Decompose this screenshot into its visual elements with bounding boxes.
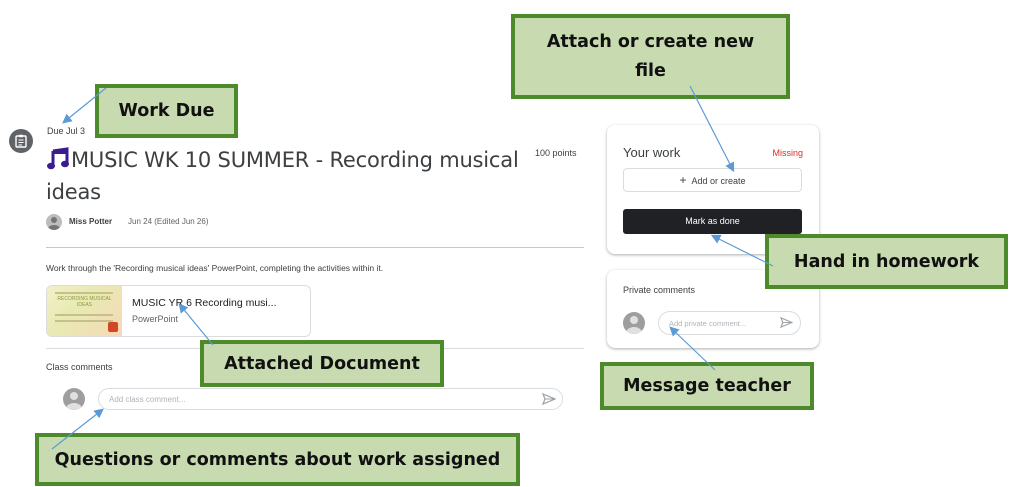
mark-as-done-button[interactable]: Mark as done: [623, 209, 802, 234]
music-note-icon: [46, 147, 70, 178]
due-date: Due Jul 3: [47, 126, 86, 136]
attachment-type: PowerPoint: [132, 314, 179, 324]
attachment-name: MUSIC YR 6 Recording musi...: [132, 297, 277, 309]
attachment-thumbnail: RECORDING MUSICAL IDEAS: [47, 286, 122, 336]
posted-date: Jun 24 (Edited Jun 26): [128, 217, 209, 226]
send-icon[interactable]: [541, 392, 557, 407]
plus-icon: +: [679, 173, 687, 187]
add-or-create-button[interactable]: + Add or create: [623, 168, 802, 192]
teacher-avatar: [46, 214, 62, 230]
assignment-title-text: MUSIC WK 10 SUMMER - Recording musical i…: [46, 148, 519, 204]
header-divider: [46, 247, 584, 248]
add-or-create-label: Add or create: [691, 176, 746, 186]
private-comment-placeholder: Add private comment...: [669, 319, 747, 328]
status-badge: Missing: [772, 148, 803, 158]
callout-attach-create: Attach or create new file: [511, 14, 790, 99]
assignment-instructions: Work through the 'Recording musical idea…: [46, 263, 384, 273]
thumbnail-text: RECORDING MUSICAL IDEAS: [57, 296, 112, 308]
points-label: 100 points: [535, 148, 577, 158]
teacher-name: Miss Potter: [69, 217, 113, 226]
private-user-avatar: [623, 312, 645, 334]
private-send-icon[interactable]: [780, 316, 794, 330]
class-comment-input[interactable]: Add class comment...: [98, 388, 563, 410]
private-comment-input[interactable]: Add private comment...: [658, 311, 801, 335]
assignment-icon: [9, 129, 33, 153]
callout-hand-in: Hand in homework: [765, 234, 1008, 289]
user-avatar: [63, 388, 85, 410]
private-comments-label: Private comments: [623, 285, 696, 295]
class-comments-label: Class comments: [46, 362, 113, 372]
callout-message-teacher: Message teacher: [600, 362, 814, 410]
class-comment-placeholder: Add class comment...: [109, 395, 186, 404]
attachment-card[interactable]: RECORDING MUSICAL IDEAS MUSIC YR 6 Recor…: [46, 285, 311, 337]
callout-work-due: Work Due: [95, 84, 238, 138]
your-work-title: Your work: [623, 145, 681, 160]
callout-questions: Questions or comments about work assigne…: [35, 433, 520, 486]
powerpoint-icon: [108, 322, 118, 332]
assignment-title: MUSIC WK 10 SUMMER - Recording musical i…: [46, 146, 526, 206]
callout-attached-document: Attached Document: [200, 340, 444, 387]
